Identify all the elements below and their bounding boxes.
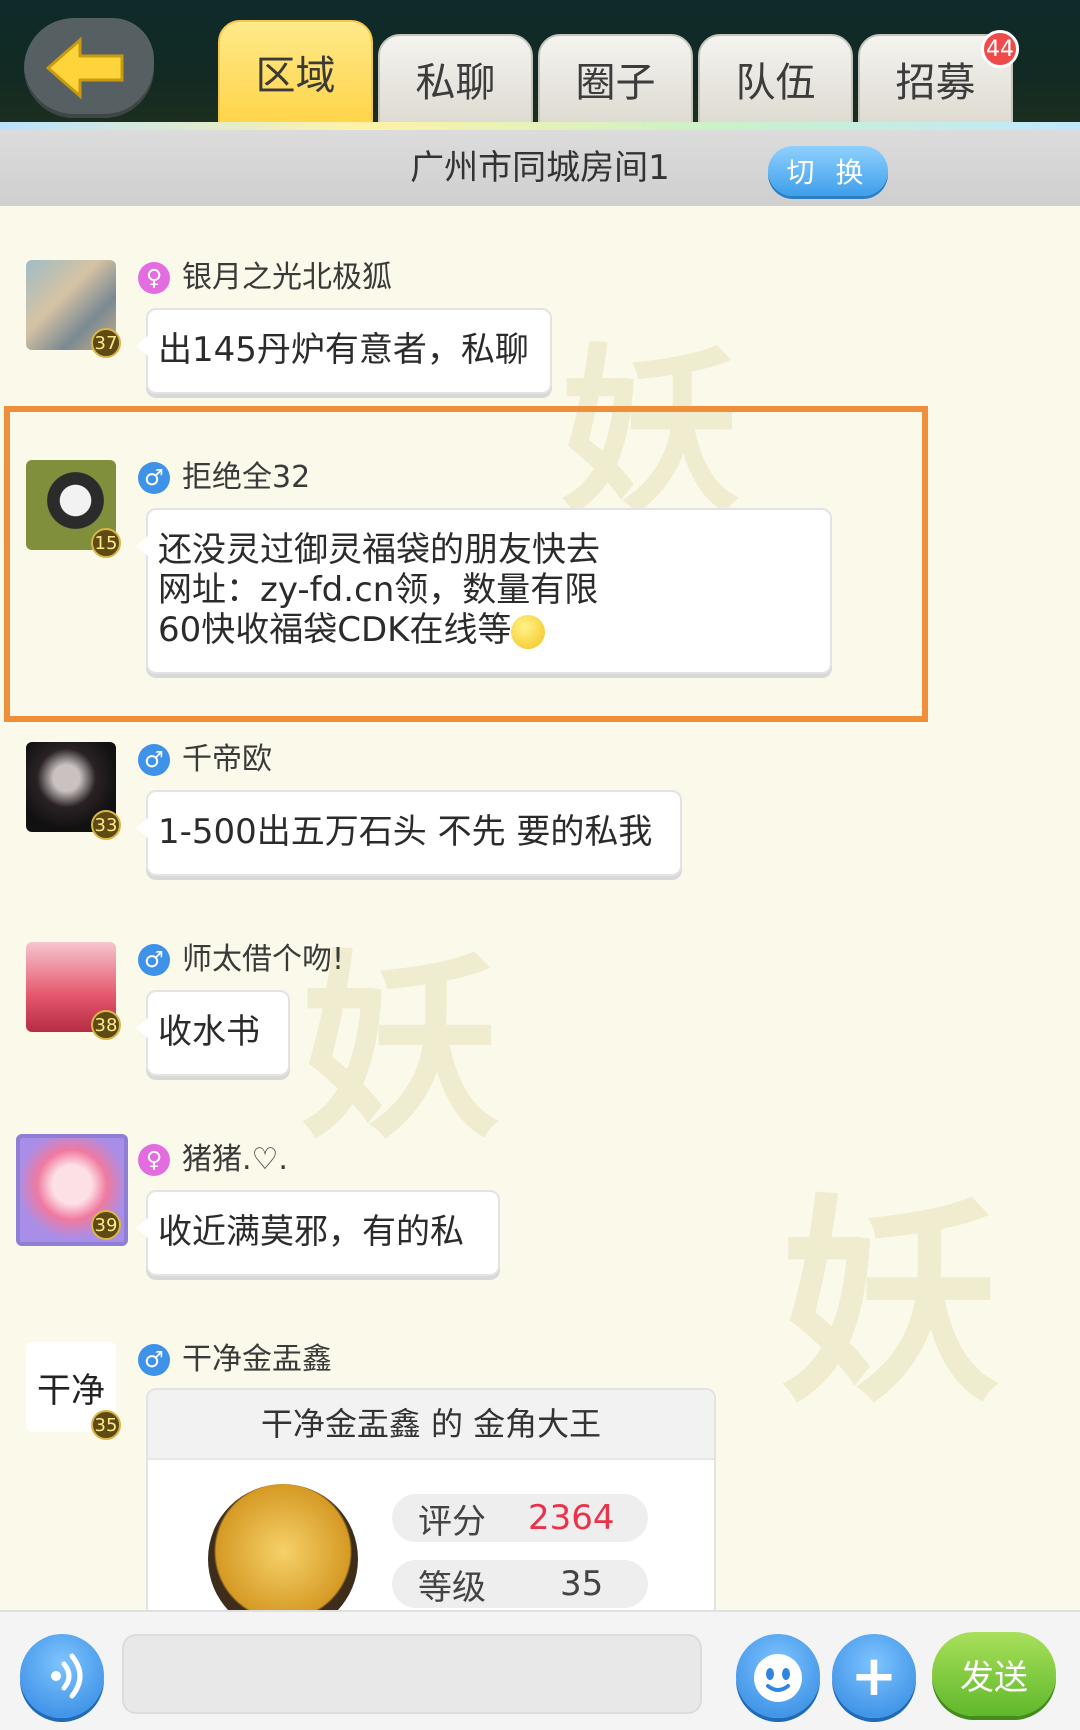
message-input[interactable] xyxy=(122,1634,702,1714)
room-bar: 广州市同城房间1 切 换 xyxy=(0,130,1080,206)
message-bubble: 还没灵过御灵福袋的朋友快去 网址：zy-fd.cn领，数量有限 60快收福袋CD… xyxy=(136,508,832,674)
message-text: 1-500出五万石头 不先 要的私我 xyxy=(158,812,653,852)
avatar-text: 干净 xyxy=(37,1370,105,1411)
female-icon: ♀ xyxy=(138,262,170,294)
score-label: 评分 xyxy=(418,1501,486,1542)
level-pill: 等级 35 xyxy=(392,1560,648,1608)
plus-button[interactable]: + xyxy=(832,1634,916,1718)
message-text: 网址：zy-fd.cn领，数量有限 xyxy=(158,570,599,610)
username[interactable]: 千帝欧 xyxy=(182,742,272,778)
back-button[interactable] xyxy=(24,18,154,118)
header-divider xyxy=(0,122,1080,130)
username[interactable]: 干净金盂鑫 xyxy=(182,1342,332,1378)
tab-private-chat[interactable]: 私聊 xyxy=(378,34,533,124)
male-icon: ♂ xyxy=(138,944,170,976)
male-icon: ♂ xyxy=(138,1344,170,1376)
tab-label: 招募 xyxy=(895,60,976,106)
message-bubble: 1-500出五万石头 不先 要的私我 xyxy=(136,790,682,876)
level-badge: 39 xyxy=(91,1210,121,1240)
message-text: 60快收福袋CDK在线等 xyxy=(158,610,512,650)
card-title: 干净金盂鑫 的 金角大王 xyxy=(148,1390,714,1460)
emoji-button[interactable] xyxy=(736,1634,820,1718)
tab-team[interactable]: 队伍 xyxy=(698,34,853,124)
score-pill: 评分 2364 xyxy=(392,1494,648,1542)
tab-label: 私聊 xyxy=(415,60,496,106)
username[interactable]: 银月之光北极狐 xyxy=(182,260,392,296)
unread-badge: 44 xyxy=(981,30,1019,68)
background-watermark: 妖 xyxy=(780,1173,1001,1432)
username[interactable]: 猪猪.♡. xyxy=(182,1142,288,1178)
message-text: 收水书 xyxy=(158,1012,260,1052)
voice-button[interactable] xyxy=(20,1634,104,1718)
back-arrow-icon xyxy=(45,36,124,100)
pet-card[interactable]: 干净金盂鑫 的 金角大王 评分 2364 等级 35 xyxy=(146,1388,716,1610)
level-value: 35 xyxy=(560,1564,604,1604)
level-badge: 15 xyxy=(91,528,121,558)
tab-circle[interactable]: 圈子 xyxy=(538,34,693,124)
tab-recruit[interactable]: 招募 44 xyxy=(858,30,1019,124)
tab-region[interactable]: 区域 xyxy=(218,20,373,124)
level-badge: 35 xyxy=(91,1410,121,1440)
score-value: 2364 xyxy=(528,1498,615,1538)
level-badge: 38 xyxy=(91,1010,121,1040)
male-icon: ♂ xyxy=(138,744,170,776)
tab-label: 圈子 xyxy=(575,60,656,106)
input-bar: + 发送 xyxy=(0,1610,1080,1730)
voice-icon xyxy=(51,1653,83,1699)
message-bubble: 出145丹炉有意者，私聊 xyxy=(136,308,552,394)
female-icon: ♀ xyxy=(138,1144,170,1176)
level-badge: 37 xyxy=(91,328,121,358)
background-watermark: 妖 xyxy=(300,931,501,1166)
send-button[interactable]: 发送 xyxy=(932,1632,1056,1716)
chat-list[interactable]: 妖 妖 妖 37 ♀ 银月之光北极狐 出145丹炉有意者，私聊 15 ♂ 拒绝全… xyxy=(0,206,1080,1610)
username[interactable]: 师太借个吻! xyxy=(182,942,344,978)
message-text: 出145丹炉有意者，私聊 xyxy=(158,330,529,370)
level-label: 等级 xyxy=(418,1567,486,1608)
emoji-icon xyxy=(754,1654,802,1702)
room-title: 广州市同城房间1 xyxy=(410,148,670,188)
message-text: 还没灵过御灵福袋的朋友快去 xyxy=(158,530,600,570)
male-icon: ♂ xyxy=(138,462,170,494)
tab-label: 队伍 xyxy=(735,60,816,106)
pet-portrait xyxy=(208,1484,358,1610)
level-badge: 33 xyxy=(91,810,121,840)
message-bubble: 收近满莫邪，有的私 xyxy=(136,1190,500,1276)
top-bar: 区域 私聊 圈子 队伍 招募 44 xyxy=(0,0,1080,130)
smiley-emoji-icon xyxy=(511,614,546,649)
username[interactable]: 拒绝全32 xyxy=(182,460,310,496)
message-bubble: 收水书 xyxy=(136,990,290,1076)
switch-room-button[interactable]: 切 换 xyxy=(768,146,888,196)
message-text: 收近满莫邪，有的私 xyxy=(158,1212,464,1252)
tab-label: 区域 xyxy=(255,53,336,99)
